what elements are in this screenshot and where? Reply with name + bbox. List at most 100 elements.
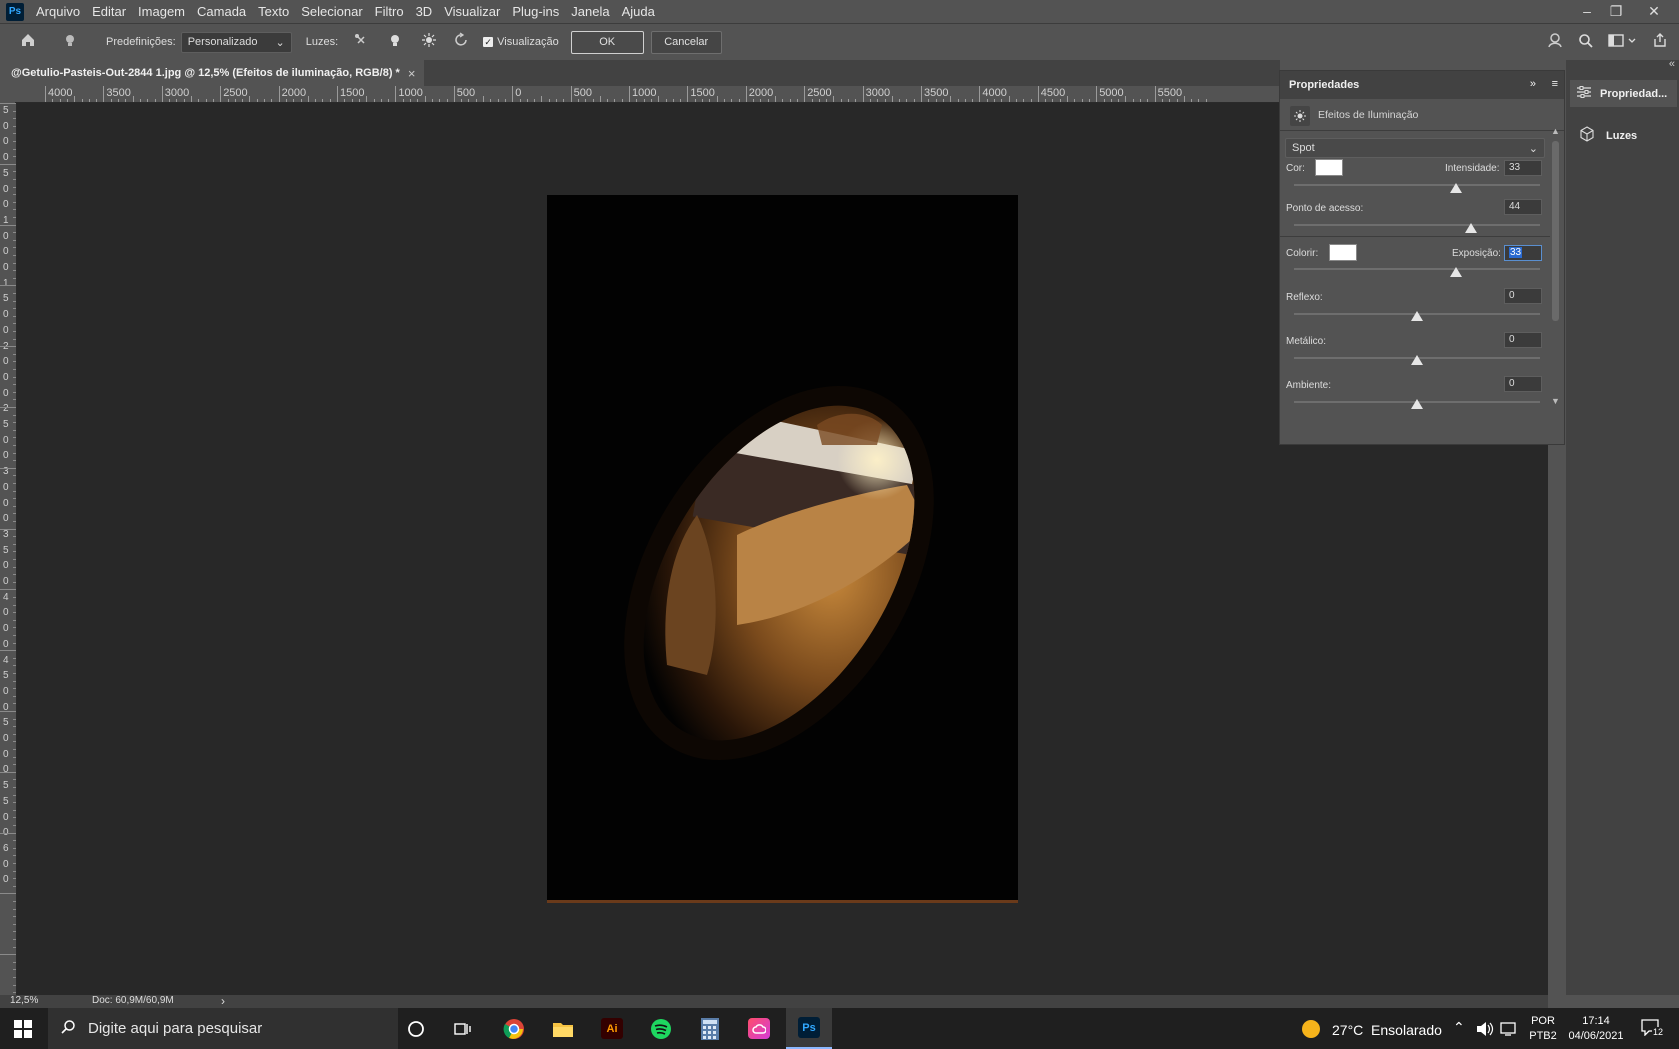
task-view-icon[interactable]: [440, 1008, 486, 1049]
menu-ajuda[interactable]: Ajuda: [616, 0, 661, 23]
menu-janela[interactable]: Janela: [565, 0, 615, 23]
metallic-input[interactable]: 0: [1504, 332, 1542, 348]
light-type-dropdown[interactable]: Spot ⌄: [1285, 138, 1545, 158]
notifications-icon[interactable]: 12: [1640, 1018, 1666, 1040]
ruler-v-label: 0: [3, 183, 9, 195]
exposure-slider-track[interactable]: [1294, 268, 1540, 270]
reset-light-icon[interactable]: [449, 32, 477, 52]
status-menu-arrow[interactable]: ›: [221, 994, 225, 1008]
preview-checkbox[interactable]: ✓: [483, 37, 494, 47]
zoom-level[interactable]: 12,5%: [10, 995, 38, 1006]
spotify-icon[interactable]: [638, 1008, 684, 1049]
menu-plugins[interactable]: Plug-ins: [506, 0, 565, 23]
panel-menu-icon[interactable]: ≡: [1552, 78, 1558, 90]
weather-sun-icon[interactable]: [1302, 1020, 1320, 1038]
add-infinite-light-icon[interactable]: [415, 32, 443, 52]
light-color-swatch[interactable]: [1315, 159, 1343, 176]
restore-button[interactable]: ❐: [1602, 0, 1630, 23]
presets-dropdown[interactable]: Personalizado ⌄: [180, 31, 292, 53]
ruler-tick: [13, 156, 16, 158]
ruler-v-label: 0: [3, 309, 9, 321]
hotspot-slider-thumb[interactable]: [1465, 223, 1478, 233]
exposure-input[interactable]: 33: [1504, 245, 1542, 261]
ruler-tick: [13, 262, 16, 264]
photoshop-taskbar-icon[interactable]: Ps: [786, 1008, 832, 1049]
panel-scrollbar[interactable]: [1552, 141, 1559, 321]
menu-camada[interactable]: Camada: [191, 0, 252, 23]
add-spot-light-icon[interactable]: [347, 32, 375, 52]
search-icon[interactable]: [1578, 33, 1596, 51]
ruler-tick: [13, 916, 16, 918]
menu-visualizar[interactable]: Visualizar: [438, 0, 506, 23]
creative-cloud-icon[interactable]: [736, 1008, 782, 1049]
ruler-tick: [519, 99, 521, 102]
intensity-slider-track[interactable]: [1294, 184, 1540, 186]
menu-3d[interactable]: 3D: [410, 0, 439, 23]
cortana-icon[interactable]: [393, 1008, 439, 1049]
ruler-tick: [13, 627, 16, 629]
account-icon[interactable]: [1546, 31, 1566, 51]
document-tab[interactable]: @Getulio-Pasteis-Out-2844 1.jpg @ 12,5% …: [0, 60, 424, 86]
hotspot-input[interactable]: 44: [1504, 199, 1542, 215]
scroll-up-icon[interactable]: ▲: [1551, 126, 1560, 136]
menu-filtro[interactable]: Filtro: [369, 0, 410, 23]
file-explorer-icon[interactable]: [540, 1008, 586, 1049]
hotspot-slider-track[interactable]: [1294, 224, 1540, 226]
speaker-icon[interactable]: [1476, 1021, 1494, 1040]
home-icon[interactable]: [14, 32, 42, 52]
gloss-input[interactable]: 0: [1504, 288, 1542, 304]
taskbar-search-box[interactable]: Digite aqui para pesquisar: [48, 1008, 398, 1049]
dock-properties-button[interactable]: Propriedad...: [1570, 80, 1677, 107]
tray-chevron-up-icon[interactable]: ⌃: [1453, 1019, 1465, 1036]
menu-imagem[interactable]: Imagem: [132, 0, 191, 23]
network-icon[interactable]: [1500, 1021, 1518, 1040]
menu-editar[interactable]: Editar: [86, 0, 132, 23]
doc-size: Doc: 60,9M/60,9M: [92, 995, 174, 1006]
light-bulb-tool-icon[interactable]: [56, 33, 84, 51]
ruler-tick: [13, 505, 16, 507]
cancel-button[interactable]: Cancelar: [650, 30, 722, 54]
ruler-tick: [13, 118, 16, 120]
add-point-light-icon[interactable]: [381, 33, 409, 51]
calculator-icon[interactable]: [687, 1008, 733, 1049]
close-window-button[interactable]: ✕: [1640, 0, 1668, 23]
metallic-slider-thumb[interactable]: [1411, 355, 1423, 365]
ruler-tick: [242, 99, 244, 102]
ok-button[interactable]: OK: [570, 30, 644, 54]
colorize-swatch[interactable]: [1329, 244, 1357, 261]
ambient-input[interactable]: 0: [1504, 376, 1542, 392]
collapse-dock-icon[interactable]: «: [1669, 58, 1675, 70]
illustrator-icon[interactable]: Ai: [589, 1008, 635, 1049]
ruler-v-label: 5: [3, 795, 9, 807]
menu-arquivo[interactable]: Arquivo: [30, 0, 86, 23]
close-tab-icon[interactable]: ×: [408, 66, 416, 81]
share-icon[interactable]: [1652, 32, 1670, 50]
ruler-v-label: 0: [3, 858, 9, 870]
ambient-slider-thumb[interactable]: [1411, 399, 1423, 409]
minimize-button[interactable]: –: [1573, 0, 1601, 23]
exposure-slider-thumb[interactable]: [1450, 267, 1463, 277]
ruler-tick: [13, 574, 16, 576]
ruler-tick: [592, 99, 594, 102]
intensity-input[interactable]: 33: [1504, 160, 1542, 176]
chrome-icon[interactable]: [491, 1008, 537, 1049]
language-indicator[interactable]: POR PTB2: [1525, 1014, 1561, 1044]
workspace-icon[interactable]: [1608, 33, 1638, 51]
menu-selecionar[interactable]: Selecionar: [295, 0, 368, 23]
exposure-value-selected: 33: [1509, 247, 1523, 258]
menu-texto[interactable]: Texto: [252, 0, 295, 23]
scroll-down-icon[interactable]: ▼: [1551, 396, 1560, 406]
ruler-tick: [13, 300, 16, 302]
dock-lights-button[interactable]: Luzes: [1570, 122, 1677, 149]
document-image[interactable]: [547, 195, 1018, 903]
ruler-tick: [0, 771, 16, 773]
gloss-slider-thumb[interactable]: [1411, 311, 1423, 321]
intensity-slider-thumb[interactable]: [1450, 183, 1463, 193]
weather-text[interactable]: 27°C Ensolarado: [1332, 1022, 1442, 1038]
ruler-tick: [344, 99, 346, 102]
search-icon: [60, 1019, 76, 1038]
collapse-panel-icon[interactable]: »: [1530, 78, 1536, 90]
clock[interactable]: 17:14 04/06/2021: [1560, 1014, 1632, 1044]
ruler-tick: [161, 86, 163, 102]
windows-start-icon[interactable]: [14, 1020, 32, 1041]
